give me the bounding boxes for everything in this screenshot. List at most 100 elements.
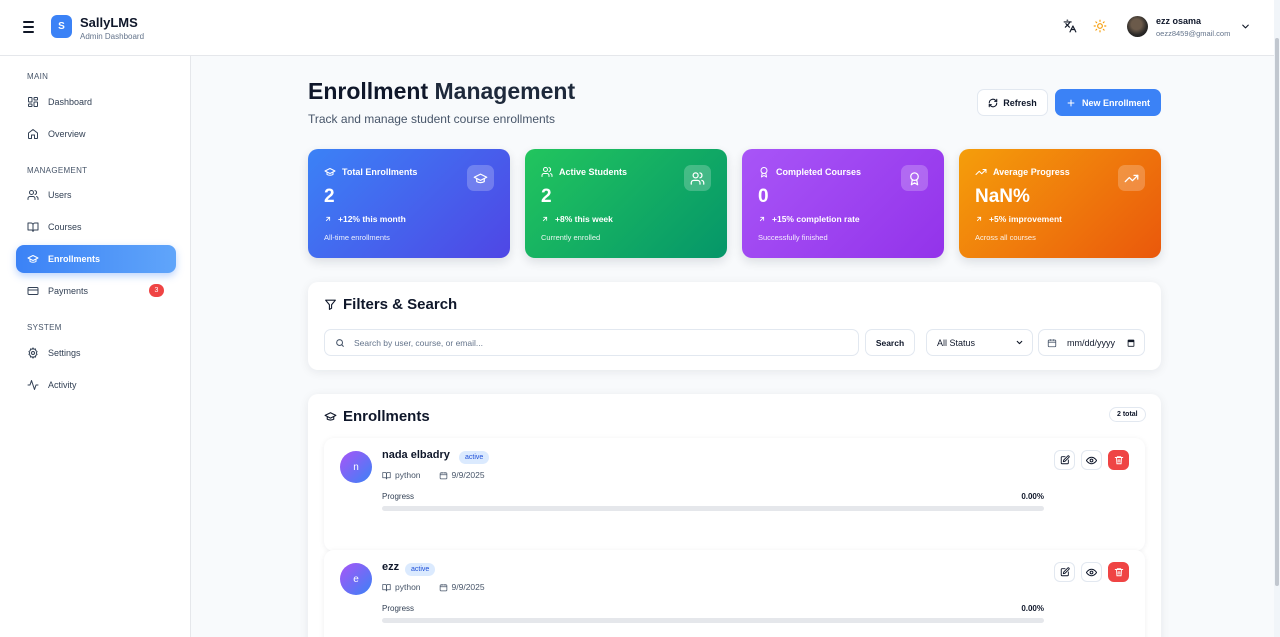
status-badge: active (405, 563, 436, 576)
arrow-up-right-icon (759, 216, 765, 222)
layout-grid-icon (28, 97, 38, 107)
award-icon (901, 165, 928, 191)
graduation-cap-icon (324, 168, 336, 176)
delete-button[interactable] (1108, 450, 1129, 470)
stat-title-text: Completed Courses (776, 167, 862, 177)
enrollment-date: 9/9/2025 (451, 582, 485, 592)
stat-change: +8% this week (541, 214, 613, 224)
gear-icon (28, 347, 38, 359)
stat-card-active-students: Active Students 2 +8% this week Currentl… (525, 149, 727, 258)
stat-title-text: Active Students (559, 167, 628, 177)
stat-card-total-enrollments: Total Enrollments 2 +12% this month All-… (308, 149, 510, 258)
total-count-badge: 2 total (1109, 407, 1146, 422)
new-enrollment-button[interactable]: New Enrollment (1055, 89, 1161, 116)
user-name: ezz osama (1156, 16, 1202, 26)
trending-up-icon (975, 169, 987, 175)
status-select[interactable]: All Status (926, 329, 1033, 356)
sidebar-item-dashboard[interactable]: Dashboard (16, 88, 176, 116)
sidebar-item-overview[interactable]: Overview (16, 120, 176, 148)
stat-title: Active Students (541, 166, 627, 178)
sidebar-item-label: Dashboard (48, 97, 93, 107)
sidebar-section-system: SYSTEM (27, 323, 62, 332)
progress-bar (382, 618, 1044, 623)
view-button[interactable] (1081, 450, 1102, 470)
stat-change-text: +5% improvement (989, 214, 1062, 224)
refresh-icon (988, 98, 998, 107)
date-filter-input[interactable]: mm/dd/yyyy (1038, 329, 1145, 356)
enrollments-title-text: Enrollments (343, 408, 430, 425)
users-icon (684, 165, 711, 191)
avatar: e (340, 563, 372, 595)
app-name: SallyLMS (80, 15, 138, 30)
student-name: ezz (382, 561, 400, 573)
graduation-cap-icon (27, 255, 39, 263)
scrollbar-thumb[interactable] (1275, 38, 1279, 586)
sidebar-item-activity[interactable]: Activity (16, 371, 176, 399)
trash-icon (1114, 456, 1123, 465)
chevron-down-icon (1016, 340, 1023, 345)
stat-title: Total Enrollments (324, 166, 417, 178)
sidebar-item-payments[interactable]: Payments 3 (16, 277, 176, 305)
credit-card-icon (27, 287, 39, 295)
user-avatar[interactable] (1127, 16, 1148, 37)
progress-label: Progress (382, 604, 415, 613)
edit-button[interactable] (1054, 562, 1075, 582)
top-bar: S SallyLMS Admin Dashboard ezz osama oez… (0, 0, 1274, 56)
search-button[interactable]: Search (865, 329, 915, 356)
delete-button[interactable] (1108, 562, 1129, 582)
graduation-cap-icon (324, 412, 337, 421)
arrow-up-right-icon (542, 216, 548, 222)
filter-icon (325, 299, 336, 310)
stat-note: Across all courses (975, 233, 1036, 242)
filters-title-text: Filters & Search (343, 296, 458, 313)
refresh-button[interactable]: Refresh (977, 89, 1048, 116)
app-logo: S (51, 15, 72, 38)
search-field[interactable] (324, 329, 859, 356)
sidebar-item-enrollments[interactable]: Enrollments (16, 245, 176, 273)
calendar-icon (439, 583, 447, 591)
stat-title-text: Total Enrollments (342, 167, 418, 177)
sidebar: MAIN Dashboard Overview MANAGEMENT Users… (0, 56, 191, 637)
stat-change-text: +15% completion rate (772, 214, 860, 224)
trending-up-icon (1118, 165, 1145, 191)
app-subtitle: Admin Dashboard (80, 32, 145, 41)
progress-label: Progress (382, 492, 415, 501)
edit-button[interactable] (1054, 450, 1075, 470)
student-name: nada elbadry (382, 449, 450, 461)
stat-value: 2 (324, 186, 335, 207)
enrollment-meta: python 9/9/2025 (382, 582, 485, 592)
menu-icon[interactable] (20, 18, 38, 36)
translate-icon[interactable] (1063, 19, 1079, 35)
user-email: oezz8459@gmail.com (1156, 29, 1231, 38)
sidebar-item-label: Activity (48, 380, 77, 390)
page-title: Enrollment Management (308, 78, 575, 105)
sidebar-item-courses[interactable]: Courses (16, 213, 176, 241)
stat-change-text: +8% this week (555, 214, 613, 224)
sidebar-item-label: Users (48, 190, 72, 200)
sidebar-item-label: Payments (48, 286, 89, 296)
enrollment-row: e ezz active python 9/9/2025 Progress 0.… (324, 550, 1145, 637)
calendar-picker-icon[interactable] (1126, 338, 1136, 348)
book-open-icon (27, 222, 39, 232)
sun-icon[interactable] (1093, 19, 1109, 35)
status-badge: active (459, 451, 490, 464)
sidebar-item-users[interactable]: Users (16, 181, 176, 209)
search-input[interactable] (354, 337, 834, 348)
stat-change-text: +12% this month (338, 214, 406, 224)
graduation-cap-icon (467, 165, 494, 191)
arrow-up-right-icon (976, 216, 982, 222)
page-title-part1: Enrollment (308, 78, 429, 104)
filters-title: Filters & Search (324, 296, 457, 313)
filters-panel: Filters & Search Search All Status mm/dd… (308, 282, 1161, 370)
eye-icon (1086, 456, 1097, 464)
arrow-up-right-icon (325, 216, 331, 222)
sidebar-item-label: Overview (48, 129, 86, 139)
view-button[interactable] (1081, 562, 1102, 582)
stat-note: Currently enrolled (541, 233, 601, 242)
stat-card-completed-courses: Completed Courses 0 +15% completion rate… (742, 149, 944, 258)
payments-count-badge: 3 (149, 284, 164, 297)
avatar: n (340, 451, 372, 483)
sidebar-item-settings[interactable]: Settings (16, 339, 176, 367)
chevron-down-icon[interactable] (1240, 21, 1251, 32)
calendar-icon (439, 471, 447, 479)
